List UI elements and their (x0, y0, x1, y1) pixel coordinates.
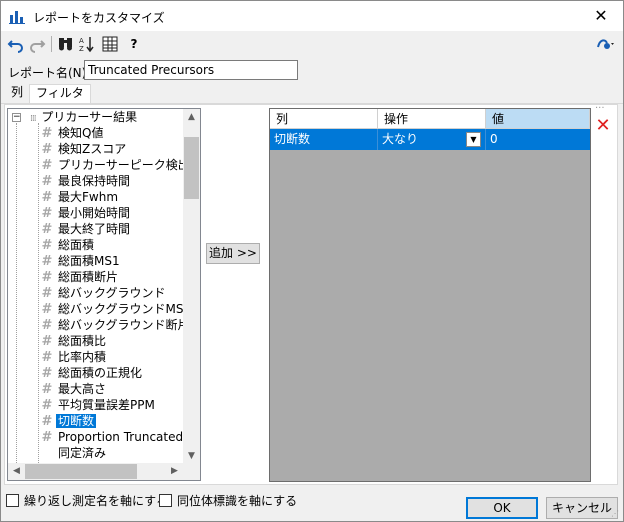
resize-grip-icon[interactable]: ⋰ (611, 509, 621, 519)
grid-row[interactable]: 切断数 大なり ▼ 0 (270, 129, 590, 150)
toolbar: A Z ? (1, 31, 623, 57)
operation-dropdown-icon[interactable]: ▼ (466, 132, 481, 147)
dialog-window: レポートをカスタマイズ ✕ A Z ? レポート名(N): Truncated … (0, 0, 624, 522)
find-icon[interactable] (57, 35, 75, 53)
tree-guide (16, 123, 17, 463)
column-tree[interactable]: − ⁞⁞⁞ プリカーサー結果 # 検知Q値 # 検知Zスコア # プリカーサーピーク検… (7, 108, 201, 481)
tree-root[interactable]: ⁞⁞⁞ プリカーサー結果 (30, 109, 139, 125)
field-icon: # (41, 126, 53, 141)
field-icon: # (40, 446, 54, 462)
field-icon: # (41, 158, 53, 173)
tree-item[interactable]: # 最大終了時間 (40, 221, 132, 237)
scroll-left-icon[interactable]: ◀ (8, 463, 25, 480)
grid-cell-column[interactable]: 切断数 (270, 129, 378, 150)
window-title: レポートをカスタマイズ (33, 11, 165, 25)
field-icon: # (41, 222, 53, 237)
field-icon: # (41, 286, 53, 301)
help-icon[interactable]: ? (125, 35, 143, 53)
report-name-label: レポート名(N): (8, 66, 91, 80)
field-icon: # (41, 254, 53, 269)
tree-item[interactable]: # 総バックグラウンドMS1 (40, 301, 193, 317)
tree-collapse-icon[interactable]: − (12, 113, 21, 122)
checkbox-box[interactable] (159, 494, 172, 507)
tree-root-label: プリカーサー結果 (41, 110, 138, 124)
tree-item[interactable]: # 総バックグラウンド (40, 285, 168, 301)
tree-item[interactable]: # 総面積の正規化 (40, 365, 144, 381)
field-icon: # (41, 350, 53, 365)
more-icon[interactable]: ··· (595, 104, 609, 114)
scroll-up-icon[interactable]: ▲ (183, 109, 200, 126)
field-icon: # (41, 190, 53, 205)
ok-button[interactable]: OK (466, 497, 538, 519)
tree-item[interactable]: # 総面積比 (40, 333, 108, 349)
scroll-right-icon[interactable]: ▶ (166, 463, 183, 480)
tree-item[interactable]: # 比率内積 (40, 349, 108, 365)
tree-item[interactable]: #同定済み (40, 445, 108, 461)
tree-item-selected[interactable]: # 切断数 (40, 413, 98, 429)
field-icon: # (41, 334, 53, 349)
scroll-corner (183, 463, 200, 480)
add-filter-button[interactable]: 追加 >> (206, 243, 260, 264)
grid-header-column[interactable]: 列 (270, 109, 378, 129)
tree-item[interactable]: # 総面積断片 (40, 269, 120, 285)
tree-item[interactable]: # 最小開始時間 (40, 205, 132, 221)
redo-icon[interactable] (28, 35, 46, 53)
checkbox-label: 繰り返し測定名を軸にする (24, 494, 169, 508)
report-icon (9, 11, 25, 24)
tree-item[interactable]: # 平均質量誤差PPM (40, 397, 157, 413)
grid-header-value[interactable]: 値 (486, 109, 590, 129)
field-icon: # (41, 430, 53, 445)
tree-horizontal-scrollbar[interactable]: ◀ ▶ (8, 463, 183, 480)
tree-item[interactable]: # 検知Q値 (40, 125, 105, 141)
tree-vertical-thumb[interactable] (184, 137, 199, 199)
delete-filter-icon[interactable]: ✕ (595, 117, 611, 135)
tree-item[interactable]: # 最大高さ (40, 381, 108, 397)
pivot-replicate-checkbox[interactable]: 繰り返し測定名を軸にする (6, 494, 168, 510)
close-button[interactable]: ✕ (579, 1, 623, 31)
field-icon: # (41, 174, 53, 189)
tab-columns[interactable]: 列 (5, 84, 29, 103)
sort-icon[interactable]: A Z (78, 35, 96, 53)
field-icon: # (41, 206, 53, 221)
settings-icon[interactable] (595, 35, 617, 53)
tree-item[interactable]: # 最大Fwhm (40, 189, 120, 205)
field-icon: # (41, 366, 53, 381)
grid-header-operation[interactable]: 操作 (378, 109, 486, 129)
field-icon: # (41, 414, 53, 429)
checkbox-label: 同位体標識を軸にする (177, 494, 298, 508)
pivot-isotope-checkbox[interactable]: 同位体標識を軸にする (159, 494, 297, 510)
tree-item[interactable]: # 最良保持時間 (40, 173, 132, 189)
field-icon: # (41, 142, 53, 157)
tree-item[interactable]: # Proportion Truncated (40, 429, 185, 445)
tree-item[interactable]: # 総バックグラウンド断片 (40, 317, 192, 333)
svg-text:Z: Z (79, 45, 84, 53)
tree-item[interactable]: # 総面積MS1 (40, 253, 122, 269)
tree-item[interactable]: # 検知Zスコア (40, 141, 128, 157)
tree-item[interactable]: # 総面積 (40, 237, 96, 253)
tab-strip: 列 フィルタ (1, 84, 623, 104)
field-icon: # (41, 302, 53, 317)
checkbox-box[interactable] (6, 494, 19, 507)
tab-filter[interactable]: フィルタ (29, 84, 91, 104)
svg-text:A: A (79, 37, 84, 45)
grid-cell-value[interactable]: 0 (486, 129, 590, 150)
tree-item[interactable]: # プリカーサーピーク検出率 (40, 157, 200, 173)
table-icon[interactable] (101, 35, 119, 53)
undo-icon[interactable] (7, 35, 25, 53)
tree-horizontal-thumb[interactable] (25, 464, 137, 479)
title-bar[interactable]: レポートをカスタマイズ ✕ (1, 1, 623, 31)
field-icon: # (41, 382, 53, 397)
field-icon: # (41, 398, 53, 413)
tree-guide (38, 123, 39, 463)
field-icon: # (41, 270, 53, 285)
field-icon: # (41, 318, 53, 333)
toolbar-separator (51, 36, 52, 52)
filter-grid[interactable]: 列 操作 値 切断数 大なり ▼ 0 (269, 108, 591, 482)
cancel-button[interactable]: キャンセル (546, 497, 618, 519)
report-name-input[interactable] (84, 60, 298, 80)
tree-vertical-scrollbar[interactable]: ▲ ▼ (183, 109, 200, 465)
field-icon: # (41, 238, 53, 253)
grid-header: 列 操作 値 (270, 109, 590, 129)
